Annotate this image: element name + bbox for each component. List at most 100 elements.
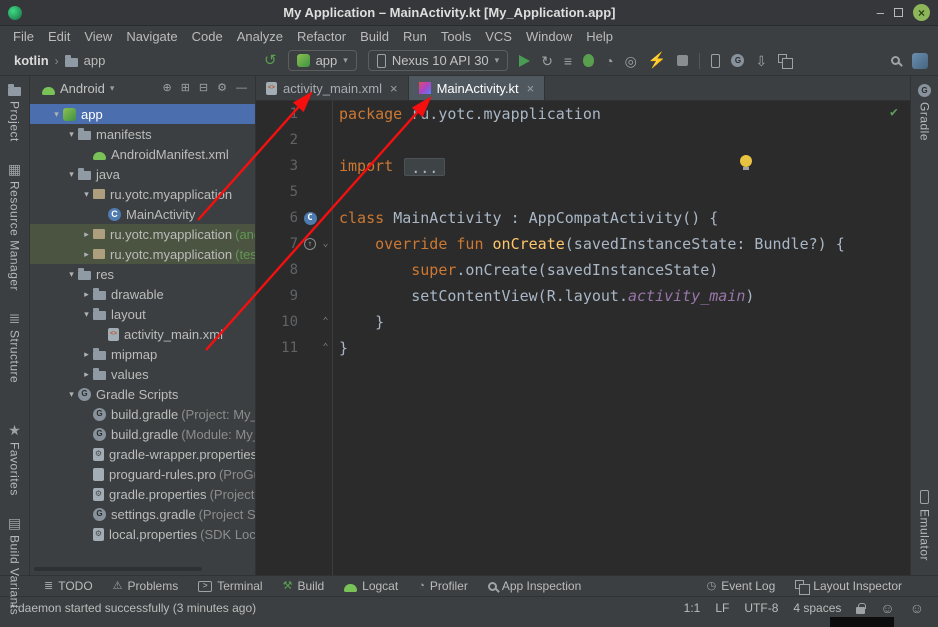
layout-inspector-toolbar-icon[interactable] <box>778 54 787 63</box>
status-message[interactable]: * daemon started successfully (3 minutes… <box>10 601 684 615</box>
code-line[interactable]: 3import ... <box>256 153 910 179</box>
tree-item-ru-yotc-myapplication[interactable]: ▾ru.yotc.myapplication <box>30 184 255 204</box>
tool-button-favorites[interactable]: ★Favorites <box>8 423 22 496</box>
menu-analyze[interactable]: Analyze <box>230 29 290 44</box>
tree-item-java[interactable]: ▾java <box>30 164 255 184</box>
maximize-icon[interactable] <box>894 8 903 17</box>
code-line[interactable]: 9 setContentView(R.layout.activity_main) <box>256 283 910 309</box>
code-line[interactable]: 2 <box>256 127 910 153</box>
settings-icon[interactable]: ⚙ <box>217 83 227 94</box>
chevron-down-icon[interactable]: ▾ <box>65 389 78 400</box>
fold-marker-icon[interactable]: ⌃ <box>318 309 333 335</box>
tree-item-local-properties[interactable]: local.properties(SDK Locatio <box>30 524 255 544</box>
tab-mainactivity-kt[interactable]: MainActivity.kt× <box>409 76 546 100</box>
breadcrumb-root[interactable]: kotlin <box>14 53 49 68</box>
tool-button-structure[interactable]: ≣Structure <box>8 311 22 383</box>
menu-help[interactable]: Help <box>579 29 620 44</box>
tool-button-emulator[interactable]: Emulator <box>918 490 932 561</box>
apply-changes-icon[interactable]: ⚡ <box>648 53 667 68</box>
collapse-all-icon[interactable]: ⊟ <box>199 83 208 94</box>
tree-item-res[interactable]: ▾res <box>30 264 255 284</box>
tree-item-mainactivity[interactable]: MainActivity <box>30 204 255 224</box>
menu-build[interactable]: Build <box>353 29 396 44</box>
code-line[interactable]: 6class MainActivity : AppCompatActivity(… <box>256 205 910 231</box>
chevron-right-icon[interactable]: ▸ <box>80 349 93 360</box>
menu-window[interactable]: Window <box>519 29 579 44</box>
menu-tools[interactable]: Tools <box>434 29 478 44</box>
tree-item-values[interactable]: ▸values <box>30 364 255 384</box>
status-4-spaces[interactable]: 4 spaces <box>793 601 841 615</box>
tree-item-proguard-rules-pro[interactable]: proguard-rules.pro(ProGuar <box>30 464 255 484</box>
menu-refactor[interactable]: Refactor <box>290 29 353 44</box>
profile-icon[interactable]: ◔ <box>605 54 613 68</box>
tool-button-gradle[interactable]: Gradle <box>918 84 932 141</box>
tool-window-button-app-inspection[interactable]: App Inspection <box>478 579 591 593</box>
tab-activity-main-xml[interactable]: activity_main.xml× <box>256 76 409 100</box>
tree-item-androidmanifest-xml[interactable]: AndroidManifest.xml <box>30 144 255 164</box>
inspections-ok-icon[interactable]: ✔ <box>890 105 898 120</box>
tool-window-button-profiler[interactable]: ◔Profiler <box>408 579 478 593</box>
code-line[interactable]: 11⌃} <box>256 335 910 361</box>
status-utf-8[interactable]: UTF-8 <box>744 601 778 615</box>
run-icon[interactable] <box>519 55 530 67</box>
sync-gradle-icon[interactable] <box>731 54 744 67</box>
minimize-icon[interactable]: – <box>877 6 884 19</box>
attach-debugger-icon[interactable]: ◎ <box>625 54 637 68</box>
chevron-down-icon[interactable]: ▾ <box>50 109 63 120</box>
fold-marker-icon[interactable]: ⌄ <box>318 231 333 257</box>
menu-edit[interactable]: Edit <box>41 29 77 44</box>
expand-all-icon[interactable]: ⊞ <box>181 83 190 94</box>
profile-avatar-icon[interactable] <box>912 53 928 69</box>
fold-marker-icon[interactable]: ⌃ <box>318 335 333 361</box>
chevron-down-icon[interactable]: ▾ <box>80 309 93 320</box>
code-line[interactable]: 5 <box>256 179 910 205</box>
code-line[interactable]: 1package ru.yotc.myapplication <box>256 101 910 127</box>
menu-navigate[interactable]: Navigate <box>119 29 184 44</box>
inspections-indicator-icon[interactable]: ☺ <box>910 601 924 615</box>
tree-item-gradle-properties[interactable]: gradle.properties(Project Pr <box>30 484 255 504</box>
stop-icon[interactable] <box>677 55 688 66</box>
chevron-down-icon[interactable]: ▾ <box>80 189 93 200</box>
chevron-down-icon[interactable]: ▾ <box>65 169 78 180</box>
tree-item-ru-yotc-myapplication[interactable]: ▸ru.yotc.myapplication(test) <box>30 244 255 264</box>
tree-item-mipmap[interactable]: ▸mipmap <box>30 344 255 364</box>
search-everywhere-icon[interactable] <box>891 56 900 65</box>
close-icon[interactable]: × <box>913 4 930 21</box>
menu-view[interactable]: View <box>77 29 119 44</box>
tool-button-project[interactable]: Project <box>8 84 22 142</box>
close-tab-icon[interactable]: × <box>390 81 398 96</box>
menu-vcs[interactable]: VCS <box>478 29 519 44</box>
close-tab-icon[interactable]: × <box>527 81 535 96</box>
tree-item-layout[interactable]: ▾layout <box>30 304 255 324</box>
tree-item-build-gradle[interactable]: build.gradle(Module: My_Ap <box>30 424 255 444</box>
tree-item-drawable[interactable]: ▸drawable <box>30 284 255 304</box>
tree-item-settings-gradle[interactable]: settings.gradle(Project Setti <box>30 504 255 524</box>
tool-window-button-layout-inspector[interactable]: Layout Inspector <box>785 579 912 593</box>
chevron-right-icon[interactable]: ▸ <box>80 289 93 300</box>
feedback-smiley-icon[interactable]: ☺ <box>880 601 894 615</box>
chevron-right-icon[interactable]: ▸ <box>80 369 93 380</box>
tree-item-build-gradle[interactable]: build.gradle(Project: My_Ap <box>30 404 255 424</box>
status-1-1[interactable]: 1:1 <box>684 601 701 615</box>
intention-bulb-icon[interactable] <box>740 155 752 167</box>
locate-file-icon[interactable]: ⊕ <box>162 83 171 94</box>
tool-button-resource-manager[interactable]: ▦Resource Manager <box>8 162 22 291</box>
sdk-manager-icon[interactable]: ⇩ <box>755 54 767 68</box>
tree-item-ru-yotc-myapplication[interactable]: ▸ru.yotc.myapplication(androidTest) <box>30 224 255 244</box>
tree-item-app[interactable]: ▾app <box>30 104 255 124</box>
status-lf[interactable]: LF <box>715 601 729 615</box>
tool-window-button-problems[interactable]: ⚠Problems <box>103 579 189 593</box>
chevron-down-icon[interactable]: ▾ <box>65 129 78 140</box>
code-line[interactable]: 8 super.onCreate(savedInstanceState) <box>256 257 910 283</box>
code-editor[interactable]: 1package ru.yotc.myapplication23import .… <box>256 101 910 575</box>
device-select[interactable]: Nexus 10 API 30▾ <box>368 50 508 71</box>
apply-code-changes-icon[interactable]: ≡ <box>564 54 572 68</box>
horizontal-scrollbar[interactable] <box>34 567 202 571</box>
hide-panel-icon[interactable]: — <box>236 83 247 94</box>
lock-icon[interactable] <box>856 607 865 614</box>
debug-icon[interactable] <box>583 54 594 67</box>
class-icon[interactable] <box>304 212 317 225</box>
tool-window-button-todo[interactable]: ≣TODO <box>34 579 103 593</box>
tool-window-button-logcat[interactable]: Logcat <box>334 579 408 593</box>
run-config-select[interactable]: app▾ <box>288 50 357 71</box>
